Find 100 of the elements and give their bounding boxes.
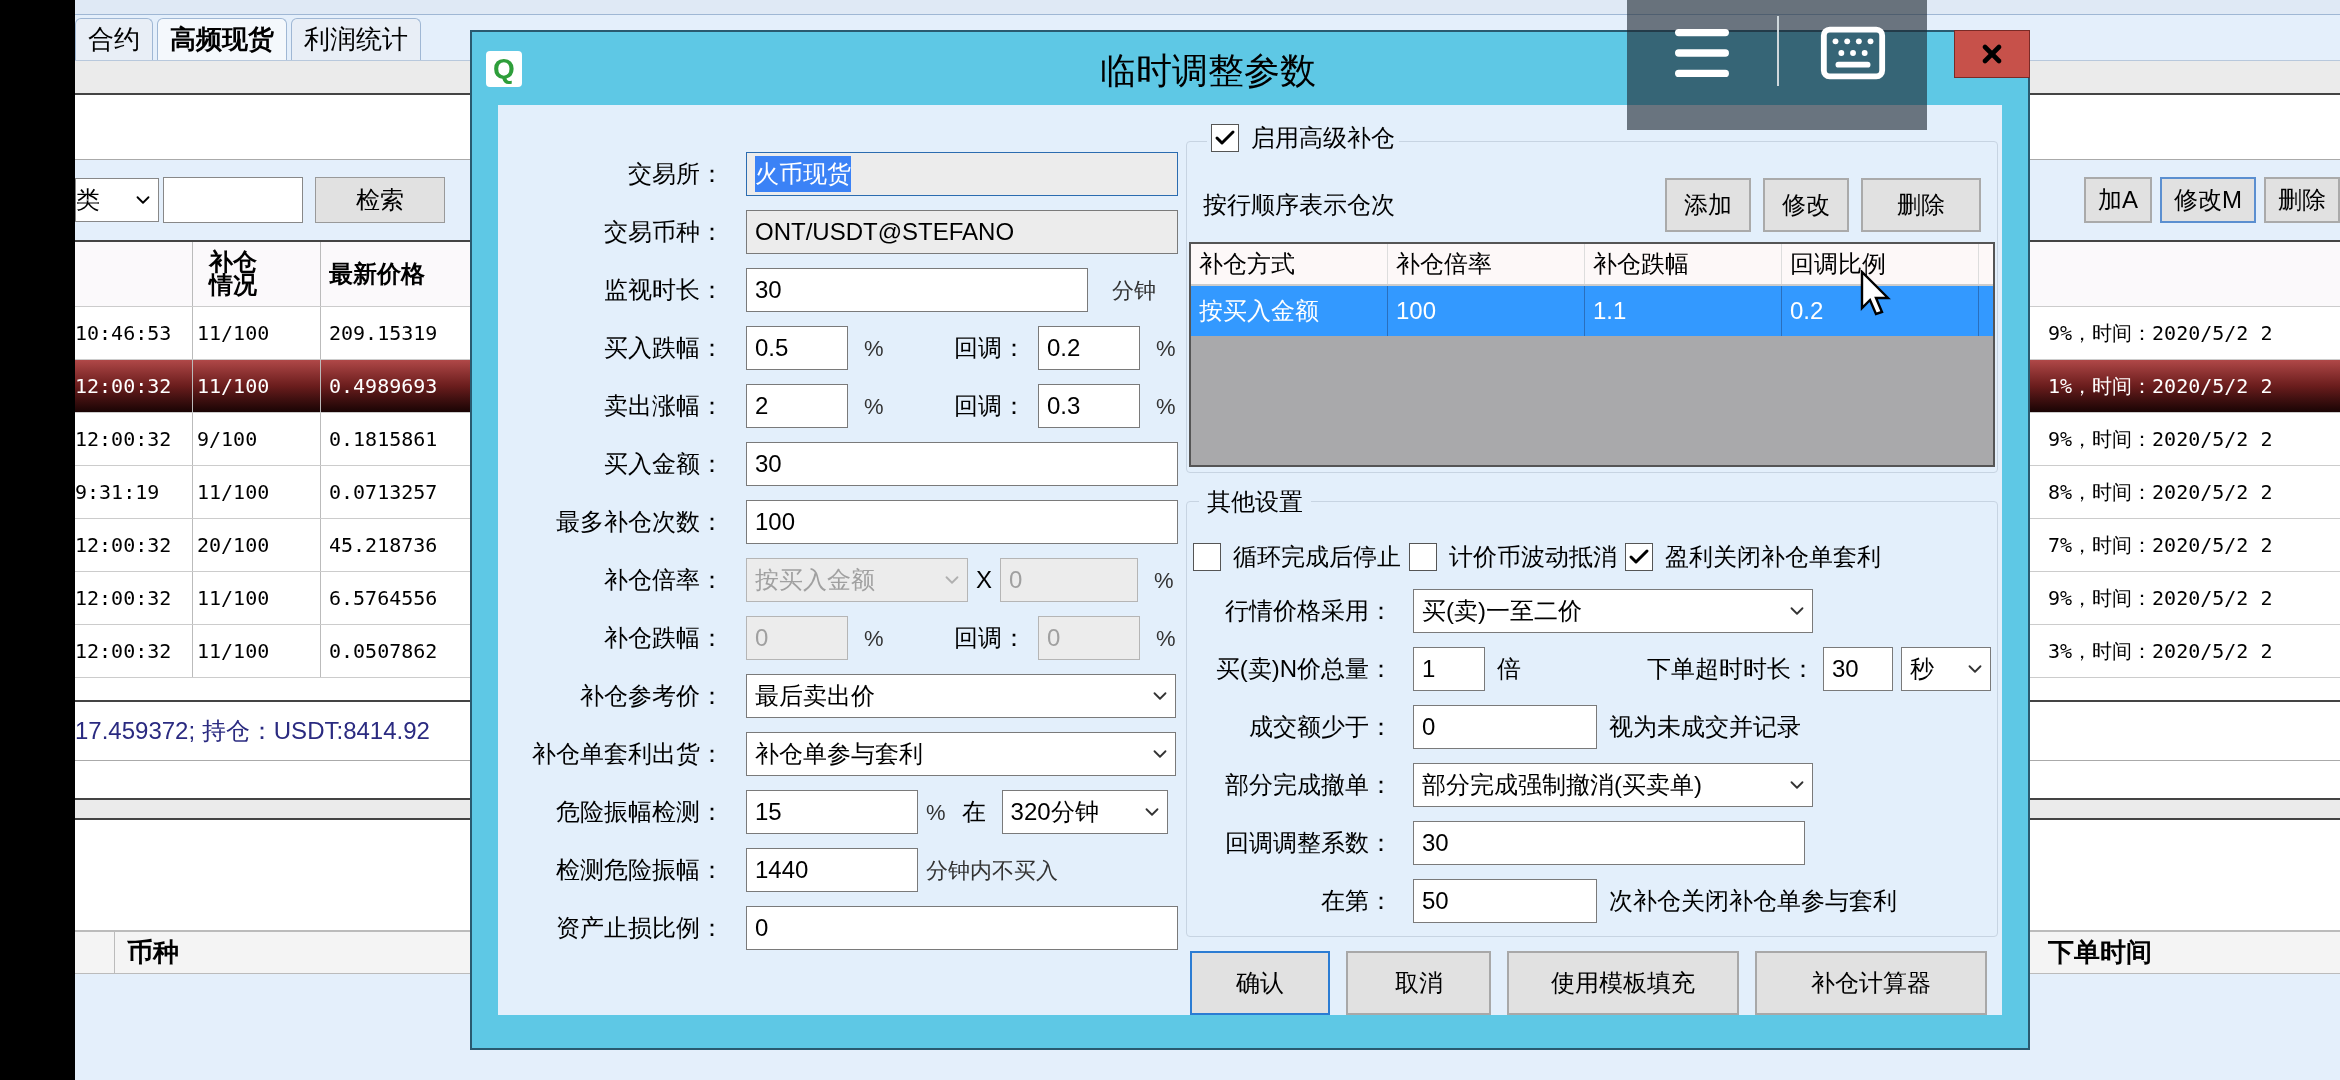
group-title: 其他设置 — [1207, 487, 1303, 515]
field-label: 补仓单套利出货： — [532, 740, 724, 768]
input-field[interactable]: 50 — [1413, 878, 1597, 923]
unit-label: % — [864, 394, 884, 419]
table-cell-text: 12:00:32 — [75, 426, 172, 453]
unit-label: % — [864, 626, 884, 651]
search-button[interactable]: 检索 — [315, 177, 445, 223]
table-cell: 3%，时间：2020/5/2 2 — [2048, 639, 2273, 663]
dropdown[interactable]: 最后卖出价 — [746, 674, 1176, 718]
input-field[interactable]: 0.2 — [1038, 326, 1140, 370]
field-label: 部分完成撤单： — [1225, 770, 1393, 798]
multiply-label: X — [976, 566, 992, 593]
toolbar-button[interactable]: 加A — [2084, 177, 2152, 223]
group-title: 启用高级补仓 — [1251, 123, 1395, 153]
toolbar-button[interactable]: 删除 — [2264, 177, 2340, 223]
table-cell-text: 11/100 — [197, 479, 270, 506]
table-cell: 7%，时间：2020/5/2 2 — [2048, 533, 2273, 557]
field-label: 行情价格采用： — [1225, 596, 1393, 624]
table-cell-text: 12:00:32 — [75, 532, 172, 559]
field-label: 资产止损比例： — [556, 914, 724, 942]
input-field[interactable]: 100 — [746, 500, 1178, 544]
column-header: 下单时间 — [2047, 936, 2153, 969]
dialog-button[interactable]: 使用模板填充 — [1507, 951, 1739, 1015]
field-label: 买入跌幅： — [604, 334, 724, 362]
table-cell-text: 0.2 — [1790, 296, 1824, 326]
unit-label: % — [1156, 336, 1176, 361]
table-cell: 209.15319 — [329, 321, 438, 345]
dropdown[interactable]: 秒 — [1901, 646, 1991, 691]
unit-label: 次补仓关闭补仓单参与套利 — [1609, 886, 1897, 914]
checkbox[interactable] — [1211, 124, 1239, 152]
field-label: 补仓跌幅： — [604, 624, 724, 652]
checkbox-label: 计价币波动抵消 — [1449, 541, 1617, 572]
unit-label: % — [1156, 626, 1176, 651]
column-header: 补仓情况 — [209, 251, 257, 297]
field-label: 买(卖)N价总量： — [1215, 654, 1393, 682]
table-cell-text: 9:31:19 — [75, 479, 160, 506]
unit-label: 分钟内不买入 — [926, 858, 1058, 883]
app-logo: Q — [486, 50, 522, 87]
table-cell-text: 11/100 — [197, 320, 270, 347]
table-cell: 6.5764556 — [329, 586, 438, 610]
checkbox[interactable] — [1625, 542, 1653, 571]
input-field[interactable]: 30 — [1413, 820, 1805, 865]
checkbox[interactable] — [1409, 542, 1437, 571]
status-text: 17.459372; 持仓：USDT:8414.92 — [75, 716, 430, 746]
unit-label: % — [1156, 394, 1176, 419]
input-field[interactable]: 30 — [746, 268, 1088, 312]
input-field[interactable]: ONT/USDT@STEFANO — [746, 210, 1178, 254]
field-label: 交易币种： — [604, 218, 724, 246]
table-action-button[interactable]: 修改 — [1763, 178, 1849, 232]
input-field[interactable]: 0 — [1413, 704, 1597, 749]
table-action-button[interactable]: 添加 — [1665, 178, 1751, 232]
dropdown[interactable]: 部分完成强制撤消(买卖单) — [1413, 762, 1813, 807]
input-field[interactable]: 火币现货 — [746, 152, 1178, 196]
field-label: 补仓参考价： — [580, 682, 724, 710]
input-field[interactable]: 1 — [1413, 646, 1485, 691]
dropdown[interactable]: 补仓单参与套利 — [746, 732, 1176, 776]
unit-label: % — [864, 336, 884, 361]
field-label: 检测危险振幅： — [556, 856, 724, 884]
input-field[interactable]: 0.3 — [1038, 384, 1140, 428]
dropdown[interactable]: 320分钟 — [1001, 790, 1168, 834]
field-label: 补仓倍率： — [604, 566, 724, 594]
field-label: 在第： — [1321, 886, 1393, 914]
column-header: 补仓倍率 — [1388, 244, 1585, 284]
table-cell: 9%，时间：2020/5/2 2 — [2048, 427, 2273, 451]
dialog-button[interactable]: 确认 — [1190, 951, 1330, 1015]
checkbox-label: 循环完成后停止 — [1233, 541, 1401, 572]
table-cell-text: 12:00:32 — [75, 585, 172, 612]
label: 在 — [961, 798, 986, 825]
table-cell-text: 10:46:53 — [75, 320, 172, 347]
checkbox[interactable] — [1193, 542, 1221, 571]
table-cell-text: 12:00:32 — [75, 638, 172, 665]
input-field[interactable]: 1440 — [746, 848, 918, 892]
toolbar-button[interactable]: 修改M — [2160, 177, 2256, 223]
column-header: 最新价格 — [329, 259, 425, 289]
close-button[interactable] — [1954, 30, 2030, 78]
dialog-button[interactable]: 取消 — [1346, 951, 1491, 1015]
input-field[interactable]: 2 — [746, 384, 848, 428]
label: 回调： — [954, 392, 1026, 419]
field-label: 成交额少于： — [1249, 712, 1393, 740]
tab[interactable]: 利润统计 — [291, 18, 421, 60]
dropdown[interactable]: 买(卖)一至二价 — [1413, 588, 1813, 633]
tab[interactable]: 高频现货 — [157, 18, 287, 60]
window-title: 临时调整参数 — [1100, 49, 1316, 93]
input-field[interactable]: 15 — [746, 790, 918, 834]
input-field[interactable]: 30 — [1823, 646, 1893, 691]
table-cell: 9%，时间：2020/5/2 2 — [2048, 321, 2273, 345]
unit-label: 视为未成交并记录 — [1609, 712, 1801, 740]
table-action-button[interactable]: 删除 — [1861, 178, 1981, 232]
dialog-button[interactable]: 补仓计算器 — [1755, 951, 1987, 1015]
table-cell-text: 12:00:32 — [75, 373, 172, 400]
table-cell: 0.0507862 — [329, 639, 438, 663]
unit-label: % — [926, 800, 946, 825]
category-dropdown[interactable]: 类 — [75, 178, 159, 222]
table-cell: 1%，时间：2020/5/2 2 — [2048, 374, 2273, 398]
unit-label: % — [1154, 568, 1174, 593]
input-field[interactable]: 0 — [746, 906, 1178, 950]
search-field[interactable] — [163, 177, 303, 223]
input-field[interactable]: 0.5 — [746, 326, 848, 370]
tab[interactable]: 合约 — [75, 18, 153, 60]
input-field[interactable]: 30 — [746, 442, 1178, 486]
